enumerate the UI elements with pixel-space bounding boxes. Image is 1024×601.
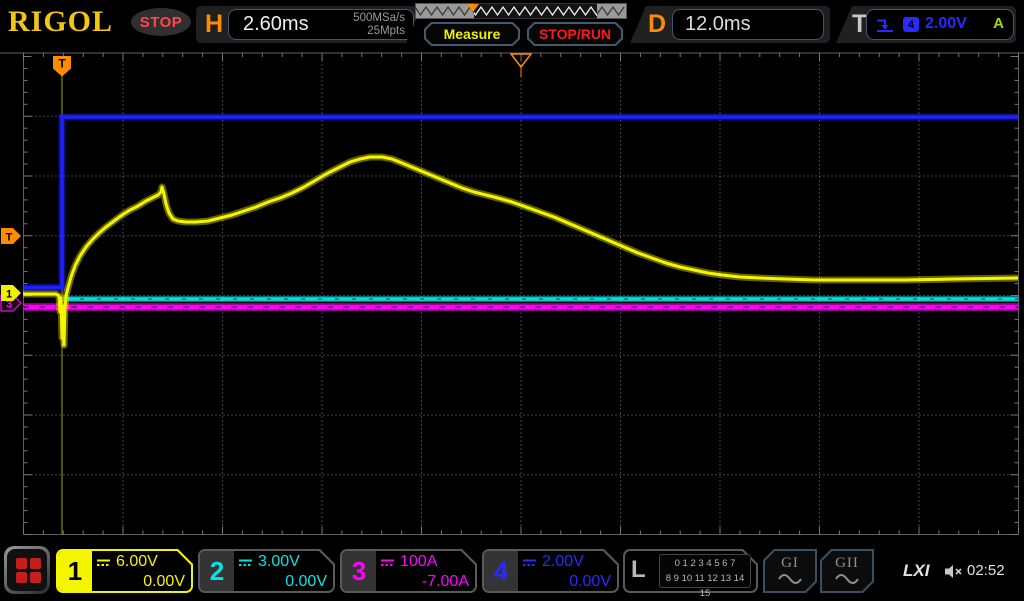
channel-1-number: 1 xyxy=(58,551,92,591)
dc-coupling-icon xyxy=(380,558,395,567)
trigger-label: T xyxy=(852,10,867,39)
channel-2-offset: 0.00V xyxy=(238,573,327,591)
channel-3-box[interactable]: 3 100A -7.00A xyxy=(340,549,477,593)
channel-3-offset: -7.00A xyxy=(380,573,469,591)
digital-channels: 0 1 2 3 4 5 6 7 8 9 10 11 12 13 14 15 xyxy=(659,554,751,588)
sound-muted-icon xyxy=(944,564,964,579)
generator-2-label: GII xyxy=(835,555,859,572)
svg-text:T: T xyxy=(6,232,13,244)
trigger-source-badge: 4 xyxy=(903,17,919,32)
rigol-logo: RIGOL xyxy=(8,5,113,39)
digital-row-2: 8 9 10 11 12 13 14 15 xyxy=(660,571,750,601)
channel-1-offset: 0.00V xyxy=(96,573,185,591)
svg-text:1: 1 xyxy=(6,289,12,301)
delay-label: D xyxy=(648,10,666,39)
channel-4-box[interactable]: 4 2.00V 0.00V xyxy=(482,549,619,593)
sample-rate: 500MSa/s xyxy=(353,12,405,25)
dc-coupling-icon xyxy=(96,558,111,567)
logic-analyzer-box[interactable]: L 0 1 2 3 4 5 6 7 8 9 10 11 12 13 14 15 xyxy=(623,549,758,593)
menu-button[interactable] xyxy=(4,546,50,594)
waveform-display[interactable]: 3 1 T T xyxy=(0,0,1024,600)
horizontal-label: H xyxy=(205,10,223,39)
generator-1-button[interactable]: GI xyxy=(763,549,817,593)
channel-4-number: 4 xyxy=(484,551,518,591)
falling-edge-icon xyxy=(875,18,895,33)
memory-position-bar[interactable] xyxy=(415,3,627,20)
channel-4-scale: 2.00V xyxy=(542,553,584,571)
channel-4-offset: 0.00V xyxy=(522,573,611,591)
channel-3-scale: 100A xyxy=(400,553,437,571)
menu-grid-icon xyxy=(7,549,47,591)
channel-1-scale: 6.00V xyxy=(116,553,158,571)
acquisition-info: 500MSa/s 25Mpts xyxy=(353,12,405,38)
lxi-status: LXI xyxy=(903,561,929,581)
generator-1-label: GI xyxy=(781,555,799,572)
memory-depth: 25Mpts xyxy=(353,25,405,38)
channel-2-scale: 3.00V xyxy=(258,553,300,571)
dc-coupling-icon xyxy=(238,558,253,567)
horizontal-panel[interactable]: H 2.60ms 500MSa/s 25Mpts xyxy=(196,6,422,43)
logic-label: L xyxy=(631,556,646,584)
delay-panel[interactable]: D 12.0ms xyxy=(630,6,830,43)
generator-2-button[interactable]: GII xyxy=(820,549,874,593)
channel-3-number: 3 xyxy=(342,551,376,591)
stop-run-button[interactable]: STOP/RUN xyxy=(527,22,623,46)
channel-2-box[interactable]: 2 3.00V 0.00V xyxy=(198,549,335,593)
run-state-badge: STOP xyxy=(131,8,191,36)
svg-text:T: T xyxy=(58,57,66,71)
clock: 02:52 xyxy=(967,562,1005,579)
dc-coupling-icon xyxy=(522,558,537,567)
sine-wave-icon xyxy=(777,572,803,586)
trigger-panel[interactable]: T 4 2.00V A xyxy=(836,6,1016,43)
digital-row-1: 0 1 2 3 4 5 6 7 xyxy=(660,556,750,571)
sine-wave-icon xyxy=(834,572,860,586)
trigger-level-value: 2.00V xyxy=(925,15,967,33)
delay-value: 12.0ms xyxy=(685,13,751,36)
channel-2-number: 2 xyxy=(200,551,234,591)
channel-1-box[interactable]: 1 6.00V 0.00V xyxy=(56,549,193,593)
measure-button[interactable]: Measure xyxy=(424,22,520,46)
trigger-sweep-mode: A xyxy=(993,15,1004,32)
timebase-value: 2.60ms xyxy=(243,13,309,36)
